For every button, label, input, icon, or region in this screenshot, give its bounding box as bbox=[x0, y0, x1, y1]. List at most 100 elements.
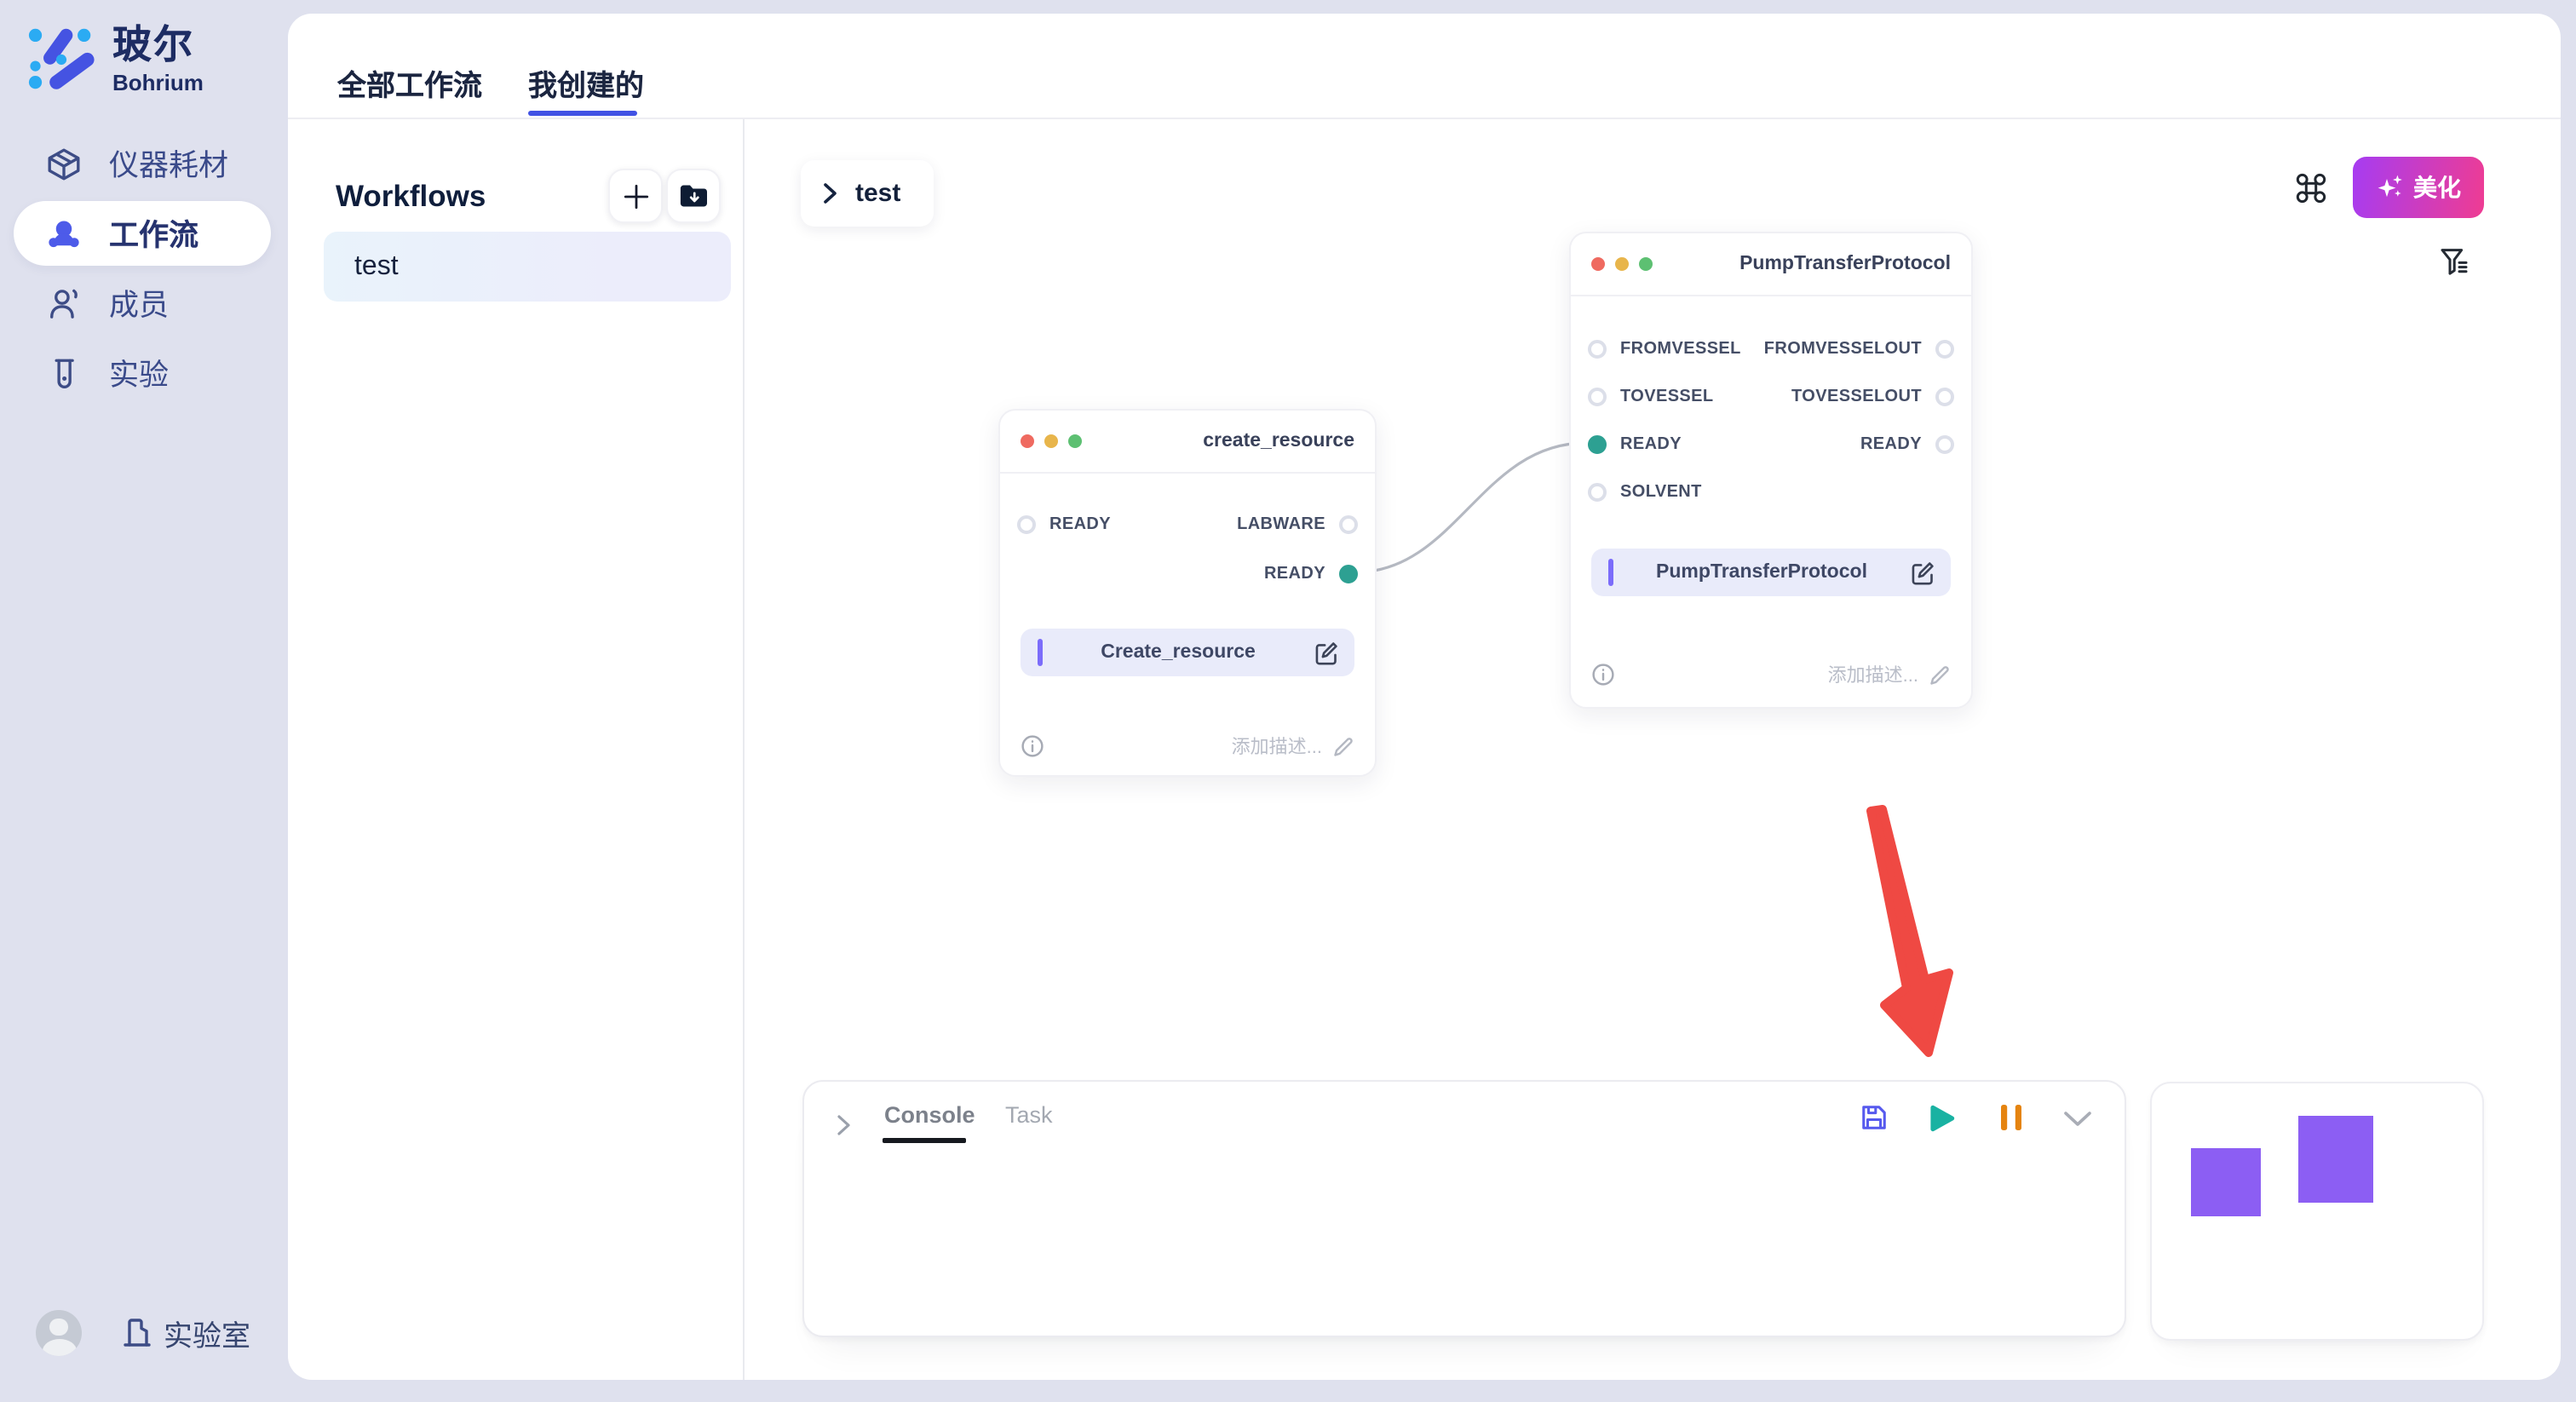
step-label: Create_resource bbox=[1043, 642, 1314, 663]
node-dot-yellow-icon[interactable] bbox=[1615, 257, 1629, 271]
brand-name: 玻尔 bbox=[112, 26, 204, 65]
node-title: PumpTransferProtocol bbox=[1739, 254, 1951, 274]
sidebar-item-workflow[interactable]: 工作流 bbox=[14, 201, 271, 266]
minimap-node bbox=[2298, 1116, 2373, 1203]
sidebar-item-instruments[interactable]: 仪器耗材 bbox=[14, 131, 271, 196]
port-handle[interactable] bbox=[1588, 340, 1607, 359]
input-port-fromvessel[interactable]: FROMVESSEL bbox=[1588, 340, 1741, 359]
tab-my-created[interactable]: 我创建的 bbox=[528, 61, 644, 104]
connection-edge bbox=[1354, 443, 1586, 572]
pencil-icon[interactable] bbox=[1929, 664, 1951, 686]
add-workflow-button[interactable] bbox=[608, 169, 663, 223]
sidebar-footer: 实验室 bbox=[36, 1305, 285, 1359]
info-icon[interactable] bbox=[1591, 663, 1615, 687]
chevron-right-icon bbox=[823, 182, 838, 204]
run-icon[interactable] bbox=[1929, 1104, 1956, 1133]
output-port-ready[interactable]: READY bbox=[1264, 565, 1358, 583]
node-create-resource[interactable]: create_resource READY LABWARE READY Crea… bbox=[998, 409, 1377, 777]
output-port-ready[interactable]: READY bbox=[1860, 435, 1954, 454]
minimap[interactable] bbox=[2150, 1082, 2484, 1341]
building-icon bbox=[121, 1315, 152, 1349]
edit-icon[interactable] bbox=[1314, 640, 1339, 665]
command-grid-icon[interactable] bbox=[2295, 172, 2327, 204]
port-handle[interactable] bbox=[1935, 340, 1954, 359]
port-handle[interactable] bbox=[1339, 515, 1358, 534]
sidebar-item-label: 成员 bbox=[109, 282, 169, 325]
import-folder-button[interactable] bbox=[666, 169, 721, 223]
node-title: create_resource bbox=[1203, 431, 1354, 451]
port-handle[interactable] bbox=[1588, 483, 1607, 502]
node-footer: 添加描述... bbox=[1591, 661, 1951, 688]
beautify-button[interactable]: 美化 bbox=[2353, 157, 2484, 218]
node-dot-green-icon[interactable] bbox=[1068, 434, 1082, 448]
node-pump-transfer-protocol[interactable]: PumpTransferProtocol FROMVESSEL TOVESSEL… bbox=[1569, 232, 1973, 709]
node-dot-red-icon[interactable] bbox=[1021, 434, 1034, 448]
sparkles-icon bbox=[2376, 174, 2403, 201]
output-port-fromvesselout[interactable]: FROMVESSELOUT bbox=[1764, 340, 1954, 359]
filter-icon[interactable] bbox=[2440, 247, 2470, 278]
step-pill[interactable]: Create_resource bbox=[1021, 629, 1354, 676]
collapse-chevron-icon[interactable] bbox=[2063, 1111, 2092, 1128]
node-dot-red-icon[interactable] bbox=[1591, 257, 1605, 271]
input-port-ready[interactable]: READY bbox=[1588, 435, 1682, 454]
port-handle-connected[interactable] bbox=[1339, 565, 1358, 583]
pencil-icon[interactable] bbox=[1332, 735, 1354, 757]
output-port-tovesselout[interactable]: TOVESSELOUT bbox=[1791, 388, 1954, 406]
plus-icon bbox=[621, 181, 650, 210]
sidebar-item-members[interactable]: 成员 bbox=[14, 271, 271, 336]
input-port-solvent[interactable]: SOLVENT bbox=[1588, 483, 1702, 502]
save-icon[interactable] bbox=[1859, 1102, 1889, 1133]
brand-logo: 玻尔 Bohrium bbox=[27, 26, 283, 111]
output-port-labware[interactable]: LABWARE bbox=[1237, 515, 1358, 534]
lab-switcher[interactable]: 实验室 bbox=[121, 1311, 250, 1353]
main-content: 全部工作流 我创建的 Workflows test bbox=[288, 14, 2561, 1380]
workflow-item-name: test bbox=[354, 251, 399, 282]
panel-divider bbox=[743, 119, 745, 1380]
tab-all-workflows[interactable]: 全部工作流 bbox=[337, 61, 482, 104]
active-tab-underline bbox=[528, 110, 637, 116]
port-handle[interactable] bbox=[1017, 515, 1036, 534]
pause-icon[interactable] bbox=[2000, 1104, 2022, 1131]
port-handle[interactable] bbox=[1935, 388, 1954, 406]
tabs-divider bbox=[288, 118, 2561, 119]
avatar[interactable] bbox=[36, 1309, 82, 1355]
console-tab[interactable]: Console bbox=[884, 1102, 975, 1128]
input-port-ready[interactable]: READY bbox=[1017, 515, 1111, 534]
sidebar-item-experiments[interactable]: 实验 bbox=[14, 341, 271, 405]
breadcrumb-chip[interactable]: test bbox=[801, 160, 934, 227]
beautify-label: 美化 bbox=[2413, 170, 2461, 204]
sidebar-item-label: 工作流 bbox=[109, 212, 198, 255]
sidebar-item-label: 实验 bbox=[109, 352, 169, 394]
input-port-tovessel[interactable]: TOVESSEL bbox=[1588, 388, 1714, 406]
description-placeholder[interactable]: 添加描述... bbox=[1232, 733, 1322, 760]
minimap-node bbox=[2191, 1148, 2261, 1216]
node-footer: 添加描述... bbox=[1021, 733, 1354, 760]
task-tab[interactable]: Task bbox=[1005, 1102, 1053, 1128]
node-header: PumpTransferProtocol bbox=[1571, 233, 1971, 296]
info-icon[interactable] bbox=[1021, 734, 1044, 758]
port-handle[interactable] bbox=[1935, 435, 1954, 454]
app-root: 玻尔 Bohrium 仪器耗材 工作流 bbox=[0, 0, 2576, 1402]
brand-subname: Bohrium bbox=[112, 72, 204, 94]
test-tube-icon bbox=[46, 355, 82, 391]
console-expand-chevron-icon[interactable] bbox=[837, 1114, 852, 1136]
node-dot-yellow-icon[interactable] bbox=[1044, 434, 1058, 448]
port-handle-connected[interactable] bbox=[1588, 435, 1607, 454]
sidebar: 玻尔 Bohrium 仪器耗材 工作流 bbox=[0, 0, 285, 1402]
edit-icon[interactable] bbox=[1910, 560, 1935, 585]
port-handle[interactable] bbox=[1588, 388, 1607, 406]
node-header: create_resource bbox=[1000, 411, 1375, 474]
console-tab-underline bbox=[883, 1138, 966, 1142]
description-placeholder[interactable]: 添加描述... bbox=[1828, 661, 1918, 688]
step-pill[interactable]: PumpTransferProtocol bbox=[1591, 549, 1951, 596]
workflow-list-item[interactable]: test bbox=[324, 232, 731, 302]
node-dot-green-icon[interactable] bbox=[1639, 257, 1653, 271]
lab-label: 实验室 bbox=[164, 1311, 250, 1353]
breadcrumb-label: test bbox=[855, 179, 900, 208]
box-icon bbox=[46, 146, 82, 181]
sidebar-item-label: 仪器耗材 bbox=[109, 142, 228, 185]
console-panel: Console Task bbox=[802, 1080, 2126, 1337]
workflow-people-icon bbox=[46, 215, 82, 251]
member-icon bbox=[46, 285, 82, 321]
bohrium-logo-icon bbox=[27, 26, 95, 94]
